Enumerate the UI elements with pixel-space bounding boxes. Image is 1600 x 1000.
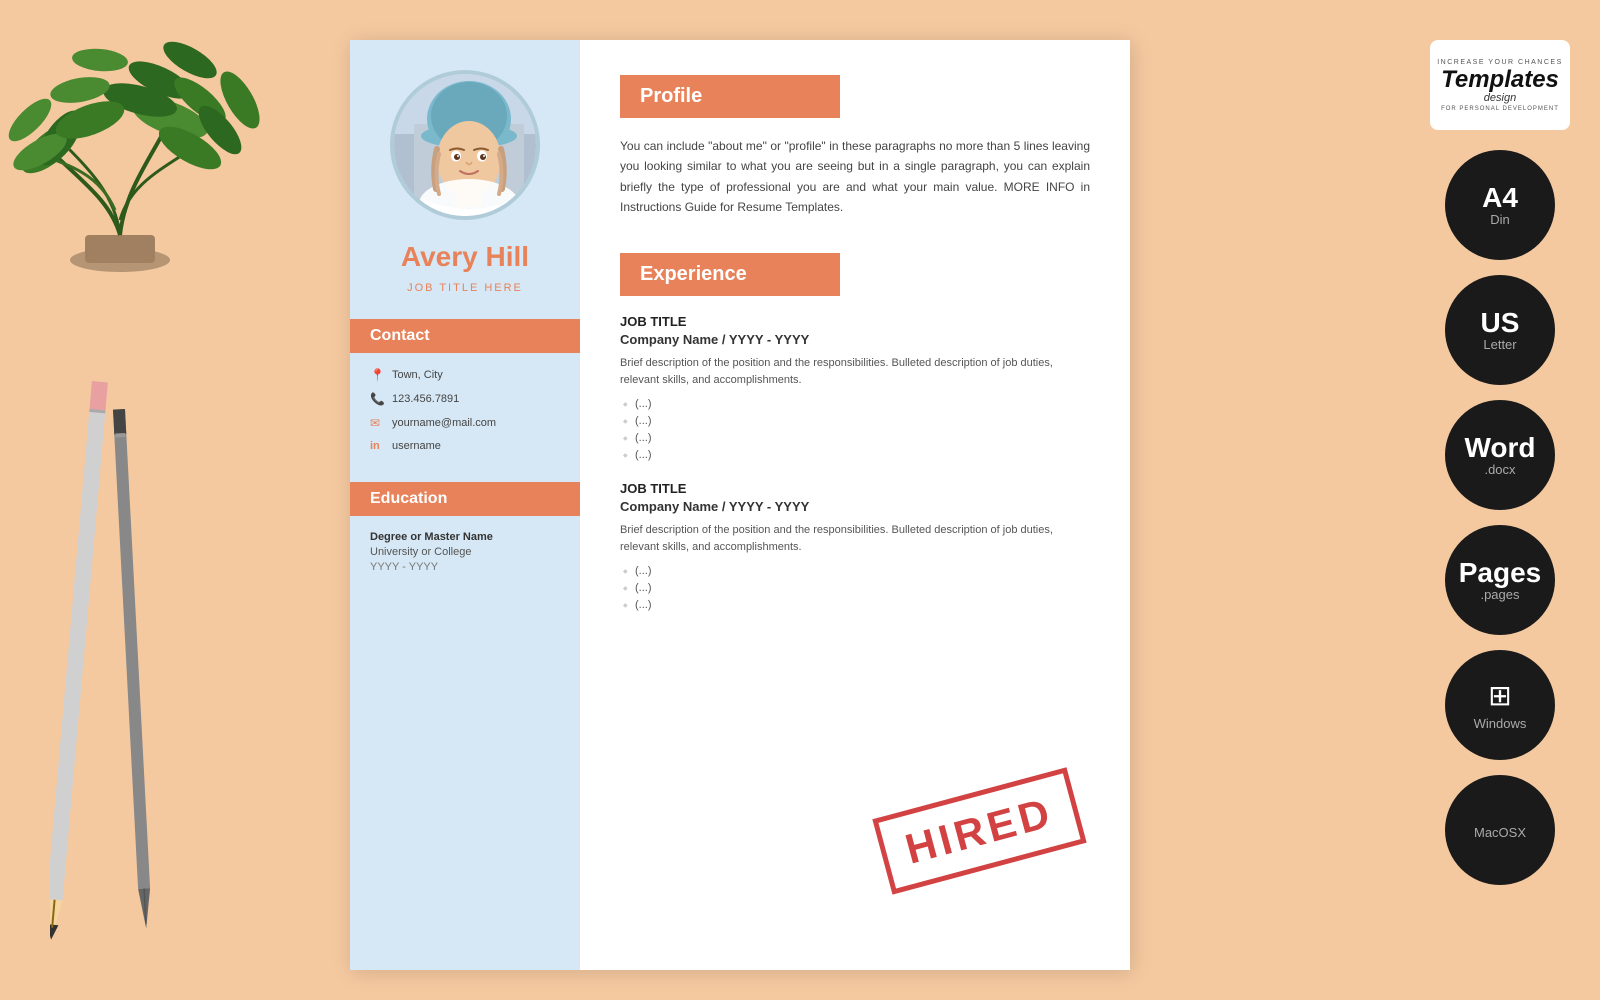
brand-logo: INCREASE YOUR CHANCES Templates design F… xyxy=(1430,40,1570,130)
linkedin-icon: in xyxy=(370,440,384,452)
bullet-item: (...) xyxy=(635,415,1090,427)
job-title-2: JOB TITLE xyxy=(620,481,1090,496)
pencil-decoration xyxy=(50,380,150,985)
job-title-1: JOB TITLE xyxy=(620,314,1090,329)
candidate-name: Avery Hill xyxy=(386,240,544,274)
profile-section: Profile You can include "about me" or "p… xyxy=(620,75,1090,218)
profile-header: Profile xyxy=(620,75,840,118)
profile-text: You can include "about me" or "profile" … xyxy=(620,136,1090,218)
brand-name: Templates xyxy=(1441,68,1559,92)
plant-decoration xyxy=(0,0,340,280)
contact-section: Contact xyxy=(350,319,580,368)
contact-linkedin: in username xyxy=(370,440,560,452)
format-us-sub: Letter xyxy=(1483,337,1516,352)
format-btn-macosx[interactable]: MacOSX xyxy=(1445,775,1555,885)
format-btn-pages[interactable]: Pages .pages xyxy=(1445,525,1555,635)
brand-tagline-top: INCREASE YOUR CHANCES xyxy=(1437,59,1563,66)
edu-degree: Degree or Master Name xyxy=(370,531,560,543)
format-btn-windows[interactable]: ⊞ Windows xyxy=(1445,650,1555,760)
education-header: Education xyxy=(350,482,580,516)
contact-header: Contact xyxy=(350,319,580,353)
contact-phone: 📞 123.456.7891 xyxy=(370,392,560,406)
location-icon: 📍 xyxy=(370,368,384,382)
phone-icon: 📞 xyxy=(370,392,384,406)
contact-details: 📍 Town, City 📞 123.456.7891 ✉ yourname@m… xyxy=(350,368,580,462)
company-year-2: Company Name / YYYY - YYYY xyxy=(620,499,1090,514)
brand-sub: design xyxy=(1484,92,1516,104)
resume-sidebar: Avery Hill JOB TITLE HERE Contact 📍 Town… xyxy=(350,40,580,970)
format-a4-main: A4 xyxy=(1482,184,1518,212)
bullet-item: (...) xyxy=(635,599,1090,611)
experience-header: Experience xyxy=(620,253,840,296)
resume-document: Avery Hill JOB TITLE HERE Contact 📍 Town… xyxy=(350,40,1130,970)
format-windows-sub: Windows xyxy=(1474,716,1527,731)
format-word-sub: .docx xyxy=(1484,462,1515,477)
email-icon: ✉ xyxy=(370,416,384,430)
format-pages-sub: .pages xyxy=(1480,587,1519,602)
bullet-item: (...) xyxy=(635,565,1090,577)
job-bullets-2: (...) (...) (...) xyxy=(620,565,1090,611)
company-year-1: Company Name / YYYY - YYYY xyxy=(620,332,1090,347)
edu-school: University or College xyxy=(370,546,560,558)
format-word-main: Word xyxy=(1464,434,1535,462)
format-btn-us[interactable]: US Letter xyxy=(1445,275,1555,385)
format-btn-word[interactable]: Word .docx xyxy=(1445,400,1555,510)
job-entry-1: JOB TITLE Company Name / YYYY - YYYY Bri… xyxy=(620,314,1090,461)
job-desc-1: Brief description of the position and th… xyxy=(620,355,1090,390)
format-macosx-sub: MacOSX xyxy=(1474,825,1526,840)
edu-year: YYYY - YYYY xyxy=(370,561,560,573)
candidate-job-title: JOB TITLE HERE xyxy=(407,282,523,294)
windows-icon: ⊞ xyxy=(1488,679,1511,712)
profile-photo xyxy=(390,70,540,220)
job-entry-2: JOB TITLE Company Name / YYYY - YYYY Bri… xyxy=(620,481,1090,611)
contact-location: 📍 Town, City xyxy=(370,368,560,382)
contact-email: ✉ yourname@mail.com xyxy=(370,416,560,430)
education-details: Degree or Master Name University or Coll… xyxy=(350,531,580,573)
bullet-item: (...) xyxy=(635,582,1090,594)
format-a4-sub: Din xyxy=(1490,212,1510,227)
job-desc-2: Brief description of the position and th… xyxy=(620,522,1090,557)
bullet-item: (...) xyxy=(635,398,1090,410)
experience-section: Experience JOB TITLE Company Name / YYYY… xyxy=(620,253,1090,611)
right-panel: INCREASE YOUR CHANCES Templates design F… xyxy=(1430,40,1570,885)
education-section: Education Degree or Master Name Universi… xyxy=(350,482,580,573)
format-us-main: US xyxy=(1481,309,1520,337)
bullet-item: (...) xyxy=(635,449,1090,461)
job-bullets-1: (...) (...) (...) (...) xyxy=(620,398,1090,461)
bullet-item: (...) xyxy=(635,432,1090,444)
format-pages-main: Pages xyxy=(1459,559,1542,587)
brand-tagline-bottom: FOR PERSONAL DEVELOPMENT xyxy=(1441,106,1559,112)
format-btn-a4[interactable]: A4 Din xyxy=(1445,150,1555,260)
